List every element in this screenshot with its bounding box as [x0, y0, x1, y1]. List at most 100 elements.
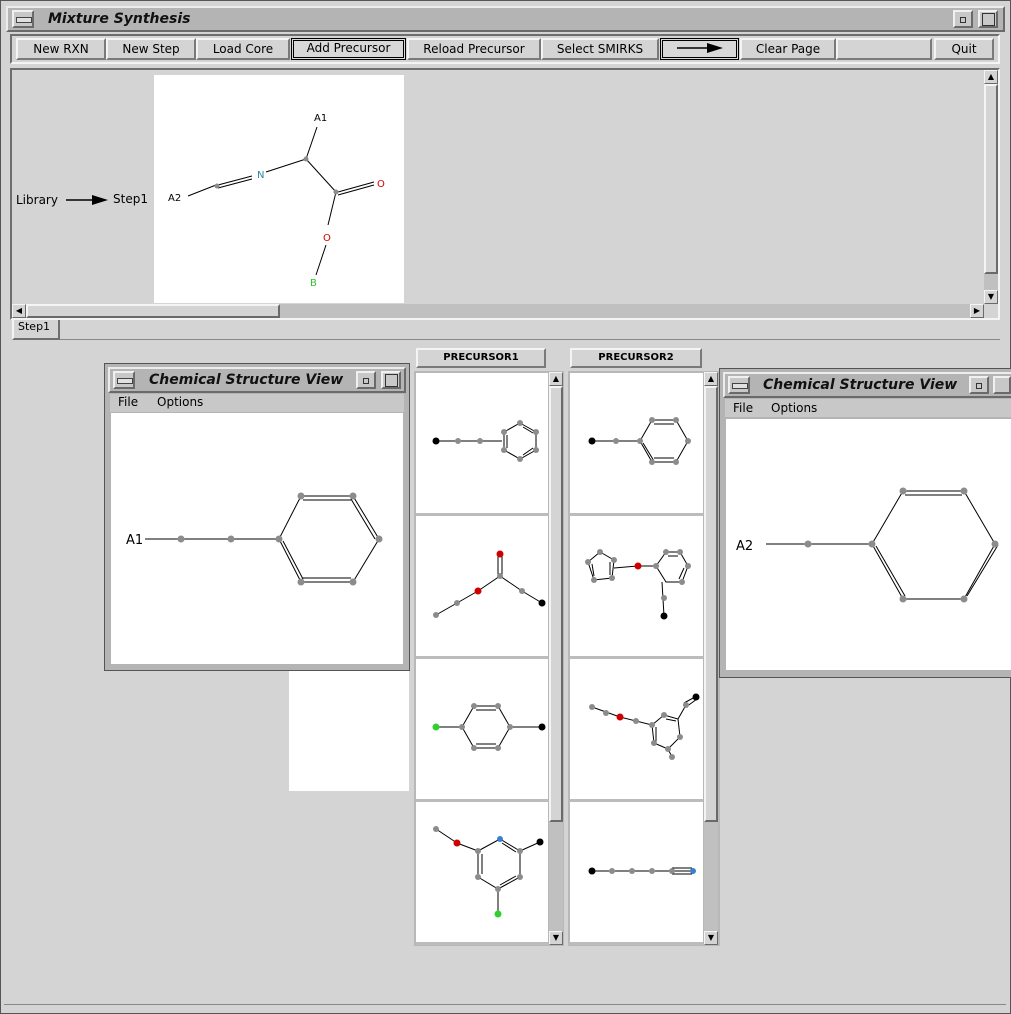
precursor1-scrollbar[interactable]: ▲ ▼ — [549, 372, 563, 945]
scroll-down-arrow-icon[interactable]: ▼ — [549, 931, 563, 945]
run-arrow-button[interactable] — [660, 38, 739, 60]
maximize-icon — [982, 13, 995, 26]
reaction-vertical-scrollbar[interactable]: ▲ ▼ — [984, 70, 998, 304]
structure-view-left-canvas[interactable]: A1 — [111, 413, 403, 664]
main-title-bar[interactable]: Mixture Synthesis — [6, 6, 1005, 32]
menu-file[interactable]: File — [733, 401, 753, 415]
atom — [629, 868, 635, 874]
core-structure-canvas[interactable]: A1 A2 N O O B — [154, 75, 404, 303]
precursor1-item[interactable] — [416, 516, 548, 659]
menu-file[interactable]: File — [118, 395, 138, 409]
library-label: Library — [16, 193, 58, 207]
menu-options[interactable]: Options — [157, 395, 203, 409]
add-precursor-button[interactable]: Add Precursor — [291, 38, 406, 60]
load-core-button[interactable]: Load Core — [196, 38, 290, 60]
window-menu-icon — [117, 378, 133, 384]
atom — [497, 573, 503, 579]
atom — [685, 563, 691, 569]
atom — [227, 535, 235, 543]
scroll-left-arrow-icon[interactable]: ◀ — [12, 304, 26, 318]
atom — [899, 487, 907, 495]
atom — [588, 867, 596, 875]
scroll-down-arrow-icon[interactable]: ▼ — [704, 931, 718, 945]
atom — [649, 868, 655, 874]
bond — [875, 545, 906, 597]
reload-precursor-button[interactable]: Reload Precursor — [407, 38, 541, 60]
atom — [538, 723, 546, 731]
ring — [639, 419, 689, 463]
scroll-right-arrow-icon[interactable]: ▶ — [970, 304, 984, 318]
scroll-up-arrow-icon[interactable]: ▲ — [549, 372, 563, 386]
atom — [475, 874, 481, 880]
precursor1-item[interactable] — [416, 802, 548, 945]
atom — [637, 438, 643, 444]
atom-label-a2: A2 — [168, 193, 181, 204]
atom — [609, 575, 615, 581]
structure-view-left-title-bar[interactable]: Chemical Structure View — [108, 367, 406, 393]
precursor2-header[interactable]: PRECURSOR2 — [570, 348, 702, 368]
maximize-button[interactable] — [993, 376, 1011, 394]
attach-label-a2: A2 — [736, 539, 753, 554]
atom — [673, 417, 679, 423]
atom-label-o-double: O — [377, 179, 385, 190]
bond — [187, 184, 217, 197]
reaction-horizontal-scrollbar[interactable]: ◀ ▶ — [12, 304, 984, 318]
atom — [899, 595, 907, 603]
precursor2-item[interactable] — [570, 802, 703, 945]
precursor2-scroll-thumb[interactable] — [704, 386, 718, 822]
horizontal-scroll-thumb[interactable] — [26, 304, 280, 318]
menu-options[interactable]: Options — [771, 401, 817, 415]
precursor-structure — [432, 703, 546, 751]
atom — [597, 549, 603, 555]
precursor-structure — [433, 550, 546, 618]
atom — [669, 868, 675, 874]
atom — [677, 734, 683, 740]
precursor2-item[interactable] — [570, 516, 703, 659]
select-smirks-button[interactable]: Select SMIRKS — [541, 38, 659, 60]
bond — [499, 575, 523, 592]
bond — [613, 565, 639, 569]
vertical-scroll-thumb[interactable] — [984, 84, 998, 274]
bond — [665, 718, 677, 722]
minimize-button[interactable] — [969, 376, 989, 394]
atom — [868, 540, 876, 548]
clear-page-button[interactable]: Clear Page — [740, 38, 836, 60]
maximize-button[interactable] — [381, 371, 401, 389]
minimize-button[interactable] — [356, 371, 376, 389]
scroll-up-arrow-icon[interactable]: ▲ — [984, 70, 998, 84]
tab-step1[interactable]: Step1 — [12, 320, 60, 340]
structure-view-right-title-bar[interactable]: Chemical Structure View — [723, 372, 1011, 398]
atom-label-a1: A1 — [314, 113, 327, 124]
window-menu-button[interactable] — [12, 10, 34, 28]
maximize-button[interactable] — [978, 10, 998, 28]
atom — [533, 447, 539, 453]
atom — [433, 612, 439, 618]
quit-button[interactable]: Quit — [934, 38, 994, 60]
structure-view-right-canvas[interactable]: A2 — [726, 419, 1011, 670]
precursor1-item[interactable] — [416, 659, 548, 802]
precursor1-item[interactable] — [416, 373, 548, 516]
precursor2-item[interactable] — [570, 373, 703, 516]
bond — [315, 244, 327, 276]
scroll-down-arrow-icon[interactable]: ▼ — [984, 290, 998, 304]
atom — [661, 712, 667, 718]
precursor1-scroll-thumb[interactable] — [549, 386, 563, 822]
precursor2-item[interactable] — [570, 659, 703, 802]
structure-view-left-title: Chemical Structure View — [149, 372, 344, 388]
minimize-button[interactable] — [953, 10, 973, 28]
new-step-button[interactable]: New Step — [106, 38, 196, 60]
atom — [303, 156, 309, 162]
atom — [501, 447, 507, 453]
precursor2-scrollbar[interactable]: ▲ ▼ — [704, 372, 718, 945]
window-menu-button[interactable] — [113, 371, 135, 389]
new-rxn-button[interactable]: New RXN — [16, 38, 106, 60]
right-arrow-icon — [676, 43, 723, 53]
atom — [475, 848, 481, 854]
scroll-up-arrow-icon[interactable]: ▲ — [704, 372, 718, 386]
atom — [603, 710, 609, 716]
ring — [871, 490, 996, 600]
window-menu-button[interactable] — [728, 376, 750, 394]
blank-canvas-area — [289, 665, 409, 791]
precursor1-header[interactable]: PRECURSOR1 — [416, 348, 546, 368]
ring — [503, 422, 537, 460]
